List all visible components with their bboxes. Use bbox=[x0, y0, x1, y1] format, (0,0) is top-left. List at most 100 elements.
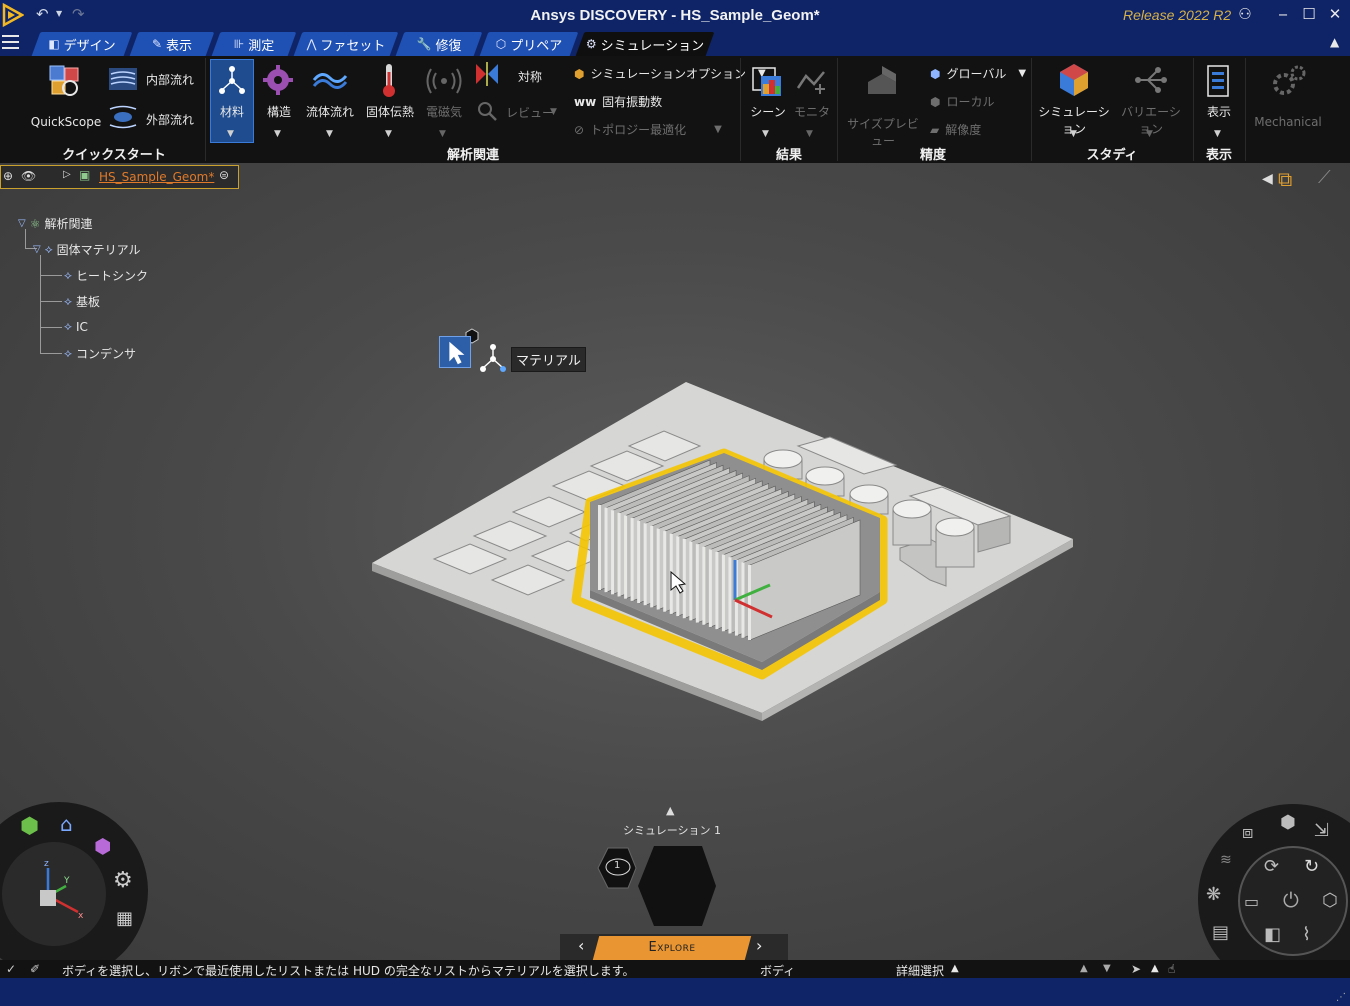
global-dropdown-icon[interactable]: ▼ bbox=[1018, 68, 1026, 79]
tree-item-capacitor[interactable]: ⟡ コンデンサ bbox=[64, 345, 136, 362]
view-icon-2[interactable]: ⬢ bbox=[1280, 812, 1296, 833]
local-button[interactable]: ⬢ ローカル bbox=[930, 93, 995, 110]
resize-grip-icon[interactable]: ⋰ bbox=[1336, 992, 1346, 1003]
scene-dropdown-icon[interactable]: ▼ bbox=[762, 129, 769, 139]
internal-flow-button[interactable]: 内部流れ bbox=[146, 71, 194, 88]
electromagnetic-button[interactable]: 電磁気 bbox=[422, 103, 466, 120]
collapse-ribbon-icon[interactable]: ▲ bbox=[1330, 35, 1339, 49]
graph-icon[interactable]: ⌇ bbox=[1302, 924, 1311, 945]
pointer-alt-icon[interactable]: ☝ bbox=[1168, 962, 1175, 976]
maximize-icon[interactable]: ☐ bbox=[1299, 5, 1319, 23]
review-button[interactable]: レビュー bbox=[506, 104, 554, 121]
green-cube-icon[interactable]: ⬢ bbox=[20, 814, 39, 839]
tree-item-board[interactable]: ⟡ 基板 bbox=[64, 293, 100, 310]
tab-display[interactable]: ✎ 表示 bbox=[129, 32, 215, 56]
selection-type[interactable]: ボディ bbox=[760, 962, 795, 979]
simulation-options-button[interactable]: ⬢ シミュレーションオプション ▼ bbox=[574, 65, 766, 82]
next-arrow-icon[interactable]: › bbox=[756, 936, 762, 955]
external-flow-icon[interactable] bbox=[108, 104, 138, 130]
down-arrow-icon[interactable]: ▼ bbox=[1103, 963, 1111, 974]
monitor-button[interactable]: モニタ bbox=[794, 103, 830, 120]
external-flow-button[interactable]: 外部流れ bbox=[146, 111, 194, 128]
structure-icon[interactable] bbox=[262, 64, 294, 96]
tab-repair[interactable]: 🔧 修復 bbox=[395, 32, 483, 56]
pointer-up-icon[interactable]: ▲ bbox=[1151, 963, 1159, 974]
expand-up-icon[interactable]: ▲ bbox=[666, 804, 674, 817]
model-render[interactable] bbox=[0, 163, 1350, 960]
pointer-icon[interactable]: ➤ bbox=[1131, 962, 1141, 976]
tab-prepare[interactable]: ⬡ プリペア bbox=[479, 32, 579, 56]
tab-simulation[interactable]: ⚙ シミュレーション bbox=[575, 32, 715, 56]
collapse-icon[interactable]: ▽ bbox=[33, 244, 41, 255]
display-panel-button[interactable]: 表示 bbox=[1200, 103, 1238, 120]
simulation-name[interactable]: シミュレーション 1 bbox=[622, 822, 722, 838]
visibility-eye-icon[interactable]: 👁 bbox=[21, 169, 36, 183]
tree-root[interactable]: ▽ ⚛ 解析関連 bbox=[18, 215, 92, 232]
review-dropdown-icon[interactable]: ▼ bbox=[550, 107, 557, 117]
pen-icon[interactable]: ✐ bbox=[30, 962, 40, 976]
tab-facet[interactable]: ⋀ ファセット bbox=[293, 32, 399, 56]
purple-cube-icon[interactable]: ⬢ bbox=[94, 834, 111, 858]
power-icon[interactable]: ⏻ bbox=[1283, 888, 1299, 912]
simulation-study-icon[interactable] bbox=[1056, 62, 1092, 98]
fluid-flow-icon[interactable] bbox=[312, 66, 348, 94]
material-icon[interactable] bbox=[216, 64, 248, 96]
undo-dropdown-icon[interactable]: ▼ bbox=[56, 9, 62, 18]
solid-heat-button[interactable]: 固体伝熱 bbox=[362, 103, 418, 120]
up-arrow-icon[interactable]: ▲ bbox=[1080, 963, 1088, 974]
view-cube-icon[interactable]: ⧉ bbox=[1278, 167, 1292, 191]
wifi-icon[interactable]: ≋ bbox=[1220, 852, 1232, 868]
simulation-study-dropdown-icon[interactable]: ▼ bbox=[1070, 129, 1077, 139]
tab-design[interactable]: ◧ デザイン bbox=[31, 32, 133, 56]
hud-material-icon[interactable] bbox=[477, 342, 511, 374]
section-icon[interactable]: ▭ bbox=[1244, 892, 1259, 911]
variation-dropdown-icon[interactable]: ▼ bbox=[1146, 129, 1153, 139]
hud-select-tool[interactable] bbox=[439, 336, 471, 368]
fluid-flow-button[interactable]: 流体流れ bbox=[304, 103, 356, 120]
checker-icon[interactable]: ▦ bbox=[116, 908, 133, 929]
display-panel-icon[interactable] bbox=[1206, 64, 1230, 98]
link-icon[interactable]: ⊜ bbox=[219, 168, 229, 182]
play-icon[interactable]: ⟳ bbox=[1264, 856, 1279, 877]
chart-icon[interactable]: ⟋ bbox=[1318, 167, 1331, 188]
internal-flow-icon[interactable] bbox=[108, 66, 138, 92]
tree-item-ic[interactable]: ⟡ IC bbox=[64, 319, 88, 334]
symmetry-button[interactable]: 対称 bbox=[518, 68, 542, 85]
target-icon[interactable]: ⊕ bbox=[3, 169, 13, 183]
topology-dropdown-icon[interactable]: ▼ bbox=[714, 124, 722, 135]
tab-measure[interactable]: ⊪ 測定 bbox=[211, 32, 297, 56]
display-panel-dropdown-icon[interactable]: ▼ bbox=[1214, 129, 1221, 139]
discovery-logo-icon[interactable] bbox=[2, 3, 24, 27]
collapse-left-icon[interactable]: ◀ bbox=[1262, 171, 1273, 187]
undo-icon[interactable]: ↶ bbox=[36, 5, 49, 23]
detail-select-up-icon[interactable]: ▲ bbox=[951, 963, 959, 974]
view-icon-1[interactable]: ⧈ bbox=[1242, 822, 1253, 843]
material-button[interactable]: 材料 bbox=[210, 103, 254, 120]
tree-item-heatsink[interactable]: ⟡ ヒートシンク bbox=[64, 267, 148, 284]
previous-arrow-icon[interactable]: ‹ bbox=[578, 936, 584, 955]
view-icon-3[interactable]: ⇲ bbox=[1314, 820, 1329, 841]
3d-viewport[interactable]: ⊕ 👁 ▷ ▣ HS_Sample_Geom* ⊜ ▽ ⚛ 解析関連 ▽ ⟡ 固… bbox=[0, 163, 1350, 960]
close-icon[interactable]: ✕ bbox=[1325, 5, 1345, 23]
resolution-button[interactable]: ▰ 解像度 bbox=[930, 121, 981, 138]
structure-button[interactable]: 構造 bbox=[260, 103, 298, 120]
fluid-flow-dropdown-icon[interactable]: ▼ bbox=[326, 129, 333, 139]
detail-select[interactable]: 詳細選択 bbox=[896, 962, 944, 979]
modal-button[interactable]: ᴡᴡ 固有振動数 bbox=[574, 93, 662, 110]
redo-icon[interactable]: ↷ bbox=[72, 5, 85, 23]
settings-wheel-icon[interactable]: ⚙ bbox=[113, 868, 133, 893]
ansys-logo-icon[interactable]: ⚇ bbox=[1235, 5, 1255, 23]
collapse-icon[interactable]: ▽ bbox=[18, 218, 26, 229]
wireframe-icon[interactable]: ⬡ bbox=[1322, 890, 1338, 911]
scene-icon[interactable] bbox=[751, 64, 785, 98]
minimize-icon[interactable]: ‒ bbox=[1273, 5, 1293, 23]
solid-heat-icon[interactable] bbox=[380, 62, 398, 98]
solid-heat-dropdown-icon[interactable]: ▼ bbox=[385, 129, 392, 139]
home-icon[interactable]: ⌂ bbox=[60, 812, 73, 836]
global-button[interactable]: ⬢ グローバル ▼ bbox=[930, 65, 1026, 82]
expand-icon[interactable]: ▷ bbox=[63, 169, 71, 180]
mesh-icon[interactable]: ❋ bbox=[1206, 884, 1221, 905]
structure-dropdown-icon[interactable]: ▼ bbox=[274, 129, 281, 139]
hud-material-label[interactable]: マテリアル bbox=[511, 347, 586, 372]
electromagnetic-dropdown-icon[interactable]: ▼ bbox=[439, 129, 446, 139]
